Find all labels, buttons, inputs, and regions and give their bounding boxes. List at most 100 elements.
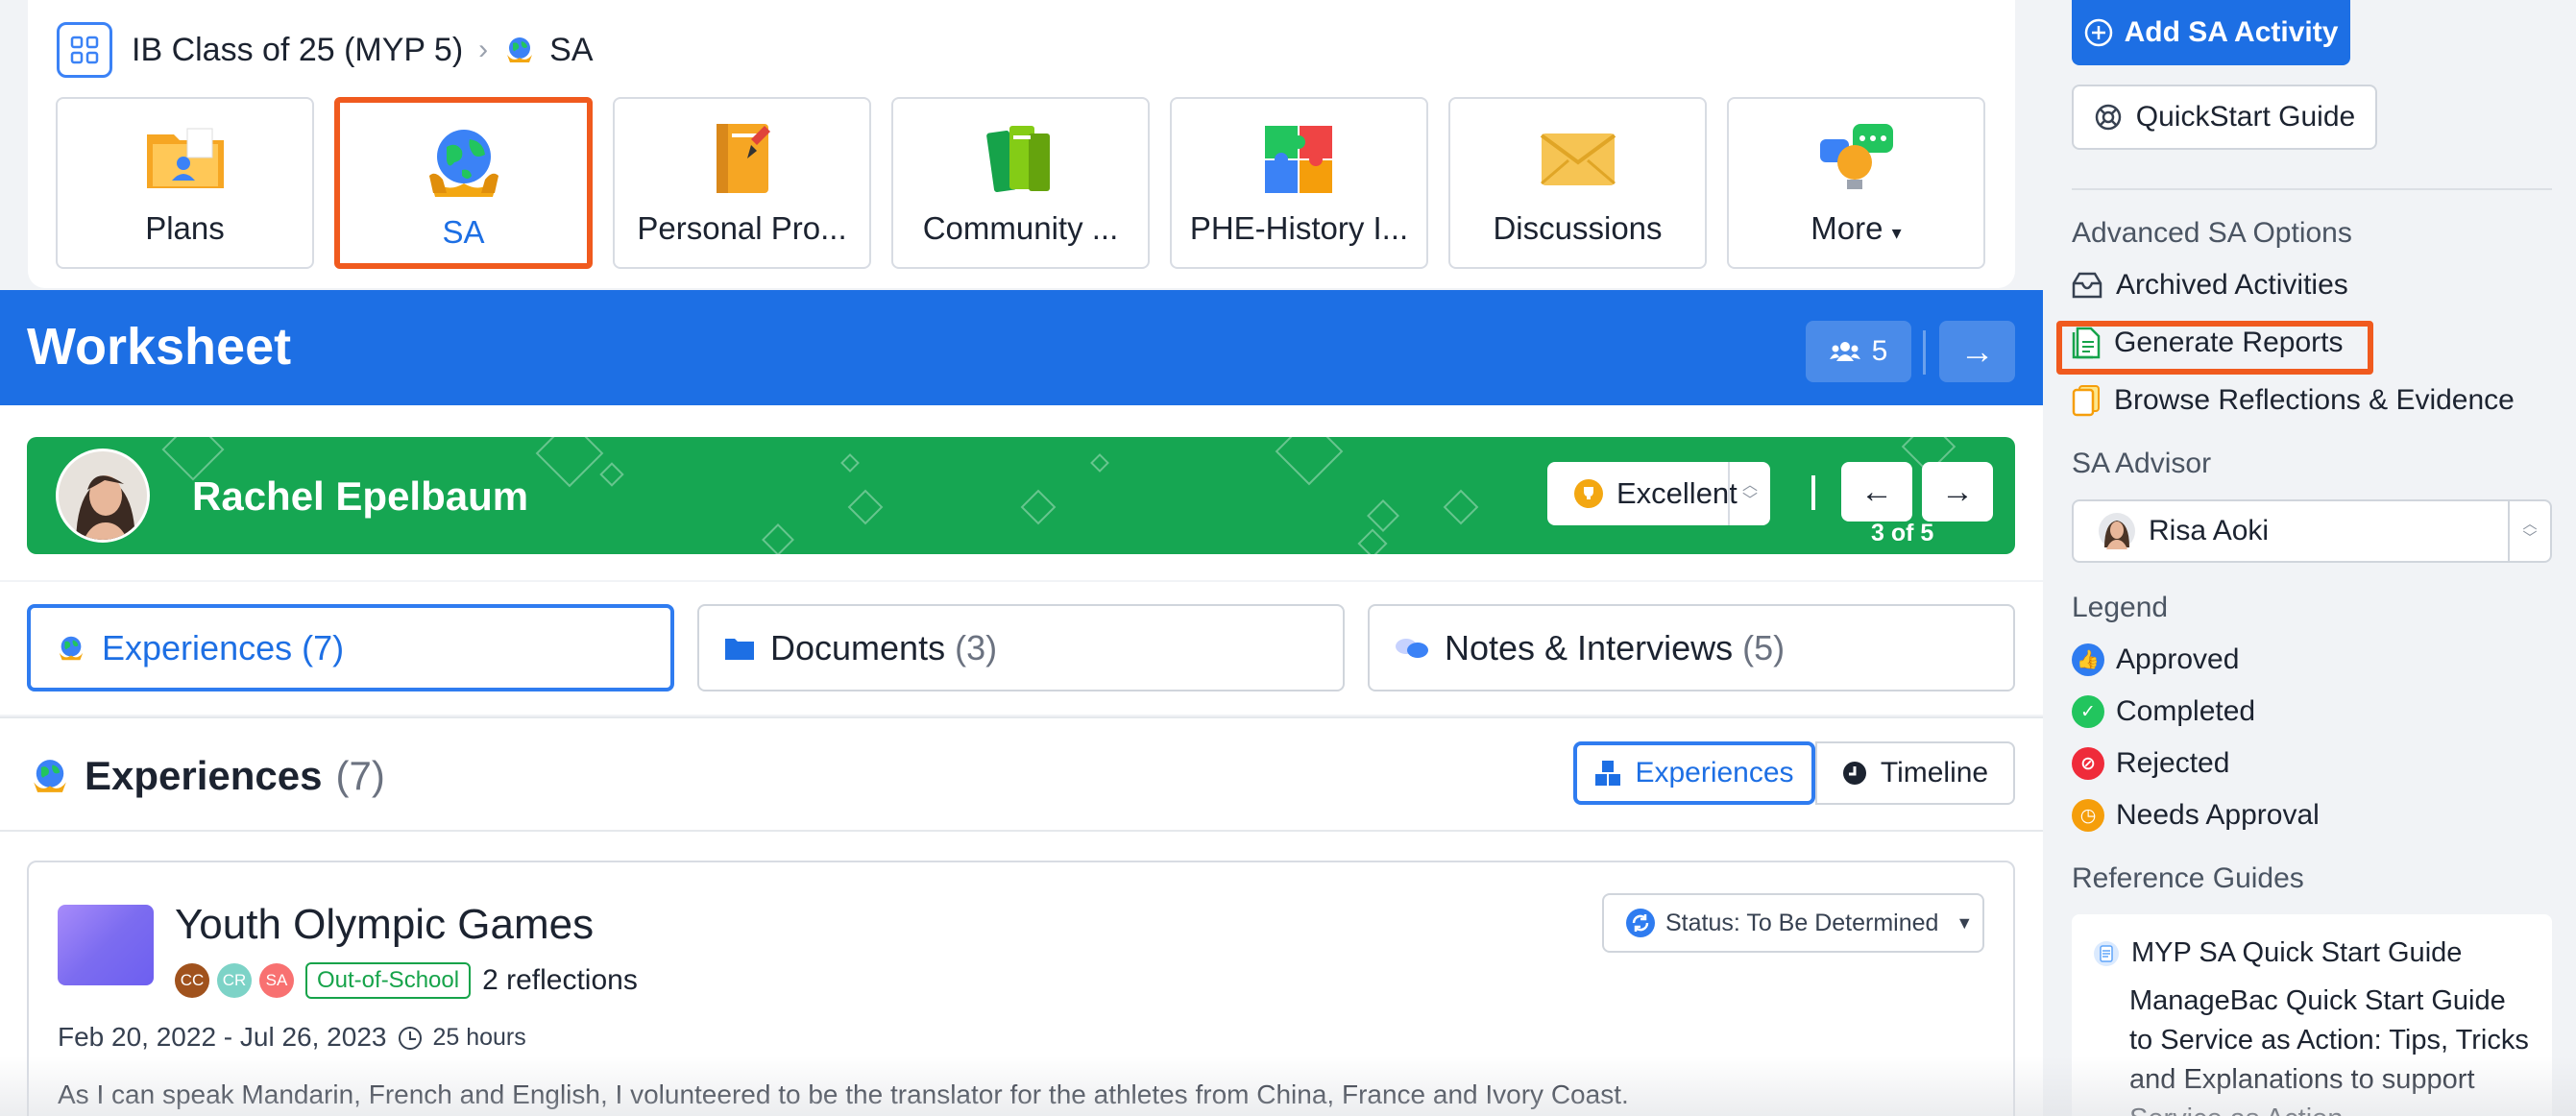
decor-diamond bbox=[1367, 499, 1399, 532]
next-student-button[interactable]: → bbox=[1922, 462, 1993, 522]
check-icon: ✓ bbox=[2072, 695, 2104, 728]
experiences-list: Youth Olympic Games CC CR SA Out-of-Scho… bbox=[0, 830, 2043, 1116]
books-icon bbox=[985, 126, 1050, 192]
tile-plans[interactable]: Plans bbox=[56, 97, 314, 269]
archived-activities-link[interactable]: Archived Activities bbox=[2072, 269, 2348, 302]
tile-sa[interactable]: SA bbox=[334, 97, 593, 269]
decor-diamond bbox=[535, 437, 604, 488]
members-button[interactable]: 5 bbox=[1806, 321, 1911, 382]
grade-value: Excellent bbox=[1616, 476, 1738, 510]
globe-icon bbox=[507, 37, 533, 62]
globe-icon bbox=[59, 636, 84, 660]
worksheet-header: Worksheet 5 → bbox=[0, 290, 2043, 405]
section-count: (7) bbox=[335, 753, 385, 798]
guide-description: ManageBac Quick Start Guide to Service a… bbox=[2129, 985, 2529, 1116]
section-tiles: Plans SA Personal Pro... Community ... P… bbox=[56, 97, 2005, 269]
tile-label: Discussions bbox=[1493, 210, 1663, 246]
guide-title-text: MYP SA Quick Start Guide bbox=[2131, 937, 2463, 968]
tab-notes-interviews[interactable]: Notes & Interviews (5) bbox=[1368, 604, 2015, 691]
globe-icon bbox=[34, 760, 66, 792]
clock-icon bbox=[1842, 762, 1866, 785]
participant-avatar: CC bbox=[175, 963, 209, 998]
decor-diamond bbox=[599, 462, 624, 487]
apps-grid-button[interactable] bbox=[57, 22, 112, 78]
decor-diamond bbox=[847, 489, 884, 525]
arrow-right-button[interactable]: → bbox=[1939, 321, 2015, 382]
archive-icon bbox=[2072, 272, 2102, 299]
advisor-name: Risa Aoki bbox=[2149, 515, 2270, 546]
decor-diamond bbox=[1443, 489, 1479, 525]
reference-guide-card[interactable]: MYP SA Quick Start Guide ManageBac Quick… bbox=[2072, 914, 2552, 1116]
experience-card[interactable]: Youth Olympic Games CC CR SA Out-of-Scho… bbox=[27, 861, 2015, 1116]
category-badge: Out-of-School bbox=[305, 962, 472, 999]
legend-label: Completed bbox=[2116, 695, 2256, 727]
tile-personal-project[interactable]: Personal Pro... bbox=[613, 97, 871, 269]
view-label: Experiences bbox=[1635, 757, 1794, 788]
documents-icon bbox=[2072, 385, 2100, 417]
tab-count: (5) bbox=[1742, 627, 1786, 667]
legend-heading: Legend bbox=[2072, 592, 2169, 623]
view-label: Timeline bbox=[1880, 757, 1989, 788]
add-sa-activity-button[interactable]: Add SA Activity bbox=[2072, 0, 2350, 65]
tab-label: Experiences bbox=[102, 627, 293, 667]
notebook-icon bbox=[716, 124, 770, 193]
decor-diamond bbox=[1275, 437, 1344, 486]
tile-label: PHE-History I... bbox=[1189, 210, 1409, 246]
folder-icon bbox=[146, 128, 224, 188]
student-name: Rachel Epelbaum bbox=[192, 473, 529, 519]
experiences-section-header: Experiences (7) Experiences Timeline bbox=[0, 716, 2043, 830]
tile-more[interactable]: More ▾ bbox=[1727, 97, 1985, 269]
legend-needs-approval: ◷ Needs Approval bbox=[2072, 799, 2320, 832]
participant-avatar: SA bbox=[259, 963, 294, 998]
puzzle-icon bbox=[1264, 126, 1332, 193]
legend-label: Approved bbox=[2116, 643, 2240, 675]
tile-community-project[interactable]: Community ... bbox=[891, 97, 1150, 269]
tab-count: (7) bbox=[302, 627, 345, 667]
worksheet-title: Worksheet bbox=[27, 318, 292, 376]
advanced-options-heading: Advanced SA Options bbox=[2072, 217, 2352, 249]
arrow-left-icon: ← bbox=[1860, 473, 1893, 510]
divider bbox=[1811, 475, 1815, 510]
tile-label: SA bbox=[442, 214, 485, 250]
previous-student-button[interactable]: ← bbox=[1841, 462, 1912, 522]
plus-circle-icon bbox=[2084, 18, 2112, 47]
tab-experiences[interactable]: Experiences (7) bbox=[27, 604, 674, 691]
view-experiences-button[interactable]: Experiences bbox=[1573, 741, 1815, 805]
experience-title[interactable]: Youth Olympic Games bbox=[175, 901, 594, 949]
trophy-icon bbox=[1574, 479, 1603, 508]
tile-discussions[interactable]: Discussions bbox=[1448, 97, 1707, 269]
status-dropdown[interactable]: Status: To Be Determined ▼ bbox=[1602, 893, 1984, 953]
guide-title[interactable]: MYP SA Quick Start Guide bbox=[2093, 937, 2462, 969]
view-timeline-button[interactable]: Timeline bbox=[1815, 741, 2015, 805]
legend-completed: ✓ Completed bbox=[2072, 695, 2255, 728]
quickstart-guide-button[interactable]: QuickStart Guide bbox=[2072, 85, 2377, 150]
advisor-select[interactable]: Risa Aoki ︿ ﹀ bbox=[2072, 499, 2552, 563]
main-column: IB Class of 25 (MYP 5) › SA Plans SA Per… bbox=[0, 0, 2043, 1116]
experience-thumbnail bbox=[58, 905, 154, 985]
breadcrumb-class-link[interactable]: IB Class of 25 (MYP 5) bbox=[132, 32, 463, 69]
section-title: Experiences (7) bbox=[29, 753, 385, 799]
divider bbox=[2072, 188, 2552, 190]
tab-documents[interactable]: Documents (3) bbox=[697, 604, 1345, 691]
decor-diamond bbox=[840, 453, 860, 473]
breadcrumb-chevron-icon: › bbox=[478, 34, 489, 65]
envelope-icon bbox=[1540, 133, 1616, 185]
ban-icon: ⊘ bbox=[2072, 747, 2104, 780]
student-position: 3 of 5 bbox=[1871, 520, 1934, 546]
breadcrumb-current: SA bbox=[549, 31, 594, 68]
grade-select[interactable]: Excellent ︿ ﹀ bbox=[1547, 462, 1770, 525]
student-banner: Rachel Epelbaum Excellent ︿ ﹀ ← → 3 of 5 bbox=[27, 437, 2015, 554]
status-label: Status: To Be Determined bbox=[1665, 909, 1939, 936]
student-panel: Rachel Epelbaum Excellent ︿ ﹀ ← → 3 of 5 bbox=[0, 405, 2043, 580]
select-arrows-icon: ︿ ﹀ bbox=[2508, 501, 2550, 561]
date-range: Feb 20, 2022 - Jul 26, 2023 bbox=[58, 1022, 387, 1052]
folder-icon bbox=[725, 638, 754, 660]
thumbs-up-icon: 👍 bbox=[2072, 643, 2104, 676]
quickstart-label: QuickStart Guide bbox=[2135, 101, 2356, 133]
lightbulb-chat-icon bbox=[1819, 124, 1893, 189]
worksheet-tabs: Experiences (7) Documents (3) Notes & In… bbox=[0, 582, 2043, 715]
tile-phe-history[interactable]: PHE-History I... bbox=[1170, 97, 1428, 269]
tile-label: Plans bbox=[145, 210, 225, 246]
chevron-down-icon: ▼ bbox=[1956, 912, 1974, 933]
browse-reflections-link[interactable]: Browse Reflections & Evidence bbox=[2072, 384, 2515, 417]
